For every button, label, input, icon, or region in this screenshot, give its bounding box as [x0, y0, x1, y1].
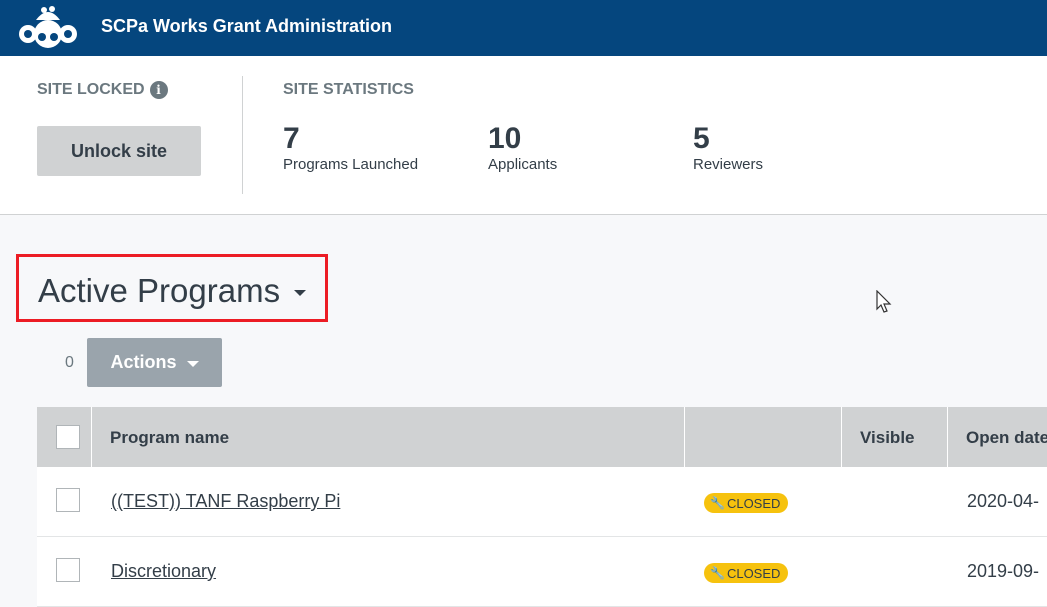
- surveymonkey-logo-icon[interactable]: [14, 4, 82, 52]
- table-header: Program name Visible Open date: [37, 407, 1047, 467]
- open-date: 2020-04-: [967, 491, 1040, 511]
- column-header-open-date[interactable]: Open date: [966, 428, 1047, 448]
- app-title: SCPa Works Grant Administration: [101, 16, 393, 36]
- site-status-panel: SITE LOCKED i Unlock site SITE STATISTIC…: [0, 56, 1047, 215]
- stat-reviewers: 5 Reviewers: [693, 122, 763, 174]
- stat-value: 5: [693, 122, 710, 155]
- status-text: CLOSED: [726, 495, 781, 511]
- programs-table: Program name Visible Open date ((TEST)) …: [37, 407, 1047, 607]
- open-date: 2019-09-: [967, 561, 1040, 581]
- column-divider: [684, 407, 685, 467]
- caret-down-icon: [294, 290, 307, 296]
- programs-filter-dropdown[interactable]: Active Programs: [38, 272, 307, 310]
- actions-label: Actions: [110, 352, 177, 372]
- wrench-icon: 🔧: [710, 566, 725, 580]
- info-icon[interactable]: i: [149, 81, 168, 99]
- stat-value: 10: [488, 122, 522, 155]
- column-divider: [91, 407, 92, 467]
- unlock-site-button[interactable]: Unlock site: [37, 126, 201, 176]
- table-row: ((TEST)) TANF Raspberry Pi 🔧 CLOSED 2020…: [37, 467, 1047, 537]
- app-header: SCPa Works Grant Administration: [0, 0, 1047, 56]
- select-all-checkbox[interactable]: [56, 425, 80, 449]
- column-divider: [841, 407, 842, 467]
- caret-down-icon: [186, 361, 199, 367]
- column-header-visible[interactable]: Visible: [860, 428, 915, 448]
- status-badge: 🔧 CLOSED: [704, 493, 789, 513]
- wrench-icon: 🔧: [710, 496, 725, 510]
- mouse-cursor-icon: [876, 290, 892, 313]
- status-badge: 🔧 CLOSED: [704, 563, 789, 583]
- stat-label: Reviewers: [693, 156, 764, 173]
- stat-value: 7: [283, 122, 300, 155]
- row-checkbox[interactable]: [56, 488, 80, 512]
- actions-button[interactable]: Actions: [87, 338, 222, 387]
- section-title: Active Programs: [38, 272, 281, 309]
- site-locked-label: SITE LOCKED i: [37, 81, 168, 99]
- selected-count: 0: [65, 354, 74, 371]
- status-text: CLOSED: [726, 565, 781, 581]
- program-name-link[interactable]: Discretionary: [111, 561, 216, 582]
- site-statistics-label: SITE STATISTICS: [283, 81, 414, 98]
- stat-label: Applicants: [488, 156, 558, 173]
- stat-applicants: 10 Applicants: [488, 122, 557, 174]
- program-name-link[interactable]: ((TEST)) TANF Raspberry Pi: [111, 491, 340, 512]
- row-checkbox[interactable]: [56, 558, 80, 582]
- column-divider: [947, 407, 948, 467]
- stat-label: Programs Launched: [283, 156, 419, 173]
- site-locked-text: SITE LOCKED: [37, 81, 145, 98]
- stat-programs-launched: 7 Programs Launched: [283, 122, 418, 174]
- column-header-program-name[interactable]: Program name: [110, 428, 229, 448]
- panel-divider: [242, 76, 243, 194]
- table-row: Discretionary 🔧 CLOSED 2019-09-: [37, 537, 1047, 607]
